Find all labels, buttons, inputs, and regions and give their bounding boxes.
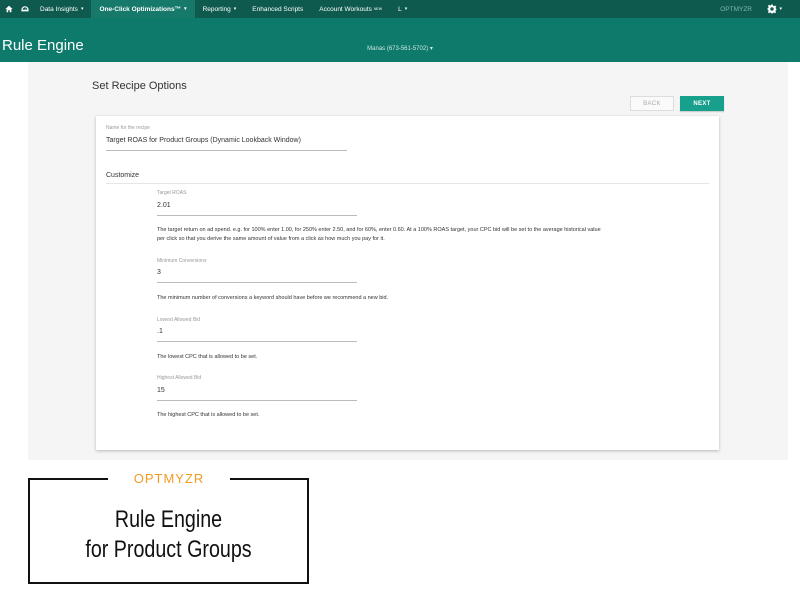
promo-brand: OPTMYZR <box>133 471 205 486</box>
promo-title-line1: Rule Engine <box>114 506 223 533</box>
caret-down-icon: ▾ <box>80 6 84 12</box>
page-title: Set Recipe Options <box>92 80 187 92</box>
nav-label: One-Click Optimizations™ <box>99 5 182 13</box>
recipe-name-underline <box>106 150 347 151</box>
nav-data-insights[interactable]: Data Insights ▾ <box>32 0 91 18</box>
nav-label: Enhanced Scripts <box>252 5 304 13</box>
nav-reporting[interactable]: Reporting ▾ <box>195 0 245 18</box>
min-conversions-label: Minimum Conversions <box>157 258 207 264</box>
settings-menu[interactable]: ▾ <box>767 0 782 18</box>
back-button[interactable]: BACK <box>630 96 674 111</box>
home-icon[interactable] <box>2 0 16 18</box>
caret-down-icon: ▾ <box>184 6 187 12</box>
help-line: per click so that you derive the same am… <box>157 235 385 242</box>
top-nav: Data Insights ▾ One-Click Optimizations™ ▾… <box>0 0 800 18</box>
nav-label: Reporting <box>202 5 231 13</box>
customize-heading: Customize <box>106 172 140 179</box>
target-roas-field[interactable]: 2.01 <box>157 202 171 209</box>
app-bar: Rule Engine Manas (673-561-5702) ▾ <box>0 18 800 62</box>
nav-account-workouts[interactable]: Account Workouts NEW <box>311 0 390 18</box>
nav-one-click-optimizations[interactable]: One-Click Optimizations™ ▾ <box>91 0 195 18</box>
next-button[interactable]: NEXT <box>680 96 724 111</box>
caret-down-icon: ▾ <box>233 6 237 12</box>
target-roas-label: Target ROAS <box>157 190 187 196</box>
lowest-bid-help: The lowest CPC that is allowed to be set… <box>157 354 258 360</box>
target-roas-underline <box>157 215 357 216</box>
min-conversions-underline <box>157 282 357 283</box>
promo-title-line2: for Product Groups <box>85 536 252 563</box>
recipe-options-card: Name for the recipe Target ROAS for Prod… <box>96 116 719 450</box>
lowest-bid-underline <box>157 341 357 342</box>
nav-label: L <box>398 5 402 13</box>
recipe-name-field[interactable]: Target ROAS for Product Groups (Dynamic … <box>106 137 301 144</box>
nav-label: Data Insights <box>40 5 78 13</box>
nav-enhanced-scripts[interactable]: Enhanced Scripts <box>244 0 311 18</box>
min-conversions-help: The minimum number of conversions a keyw… <box>157 295 389 301</box>
highest-bid-label: Highest Allowed Bid <box>157 375 202 381</box>
min-conversions-field[interactable]: 3 <box>157 269 161 276</box>
highest-bid-field[interactable]: 15 <box>157 387 165 394</box>
nav-label: Account Workouts <box>319 5 372 13</box>
section-divider <box>106 183 709 184</box>
gear-icon <box>767 4 777 14</box>
caret-down-icon: ▾ <box>404 6 408 12</box>
dashboard-icon[interactable] <box>18 0 32 18</box>
highest-bid-underline <box>157 400 357 401</box>
target-roas-help: The target return on ad spend. e.g. for … <box>157 226 677 243</box>
account-selector[interactable]: Manas (673-561-5702) ▾ <box>0 45 800 52</box>
highest-bid-help: The highest CPC that is allowed to be se… <box>157 412 260 418</box>
caret-down-icon: ▾ <box>779 6 782 12</box>
help-line: The target return on ad spend. e.g. for … <box>157 227 601 233</box>
brand-logo[interactable]: OPTMYZR <box>720 0 752 18</box>
nav-l[interactable]: L ▾ <box>390 0 415 18</box>
lowest-bid-field[interactable]: .1 <box>157 328 163 335</box>
lowest-bid-label: Lowest Allowed Bid <box>157 317 201 323</box>
new-badge: NEW <box>373 7 383 11</box>
recipe-name-label: Name for the recipe <box>106 125 150 131</box>
